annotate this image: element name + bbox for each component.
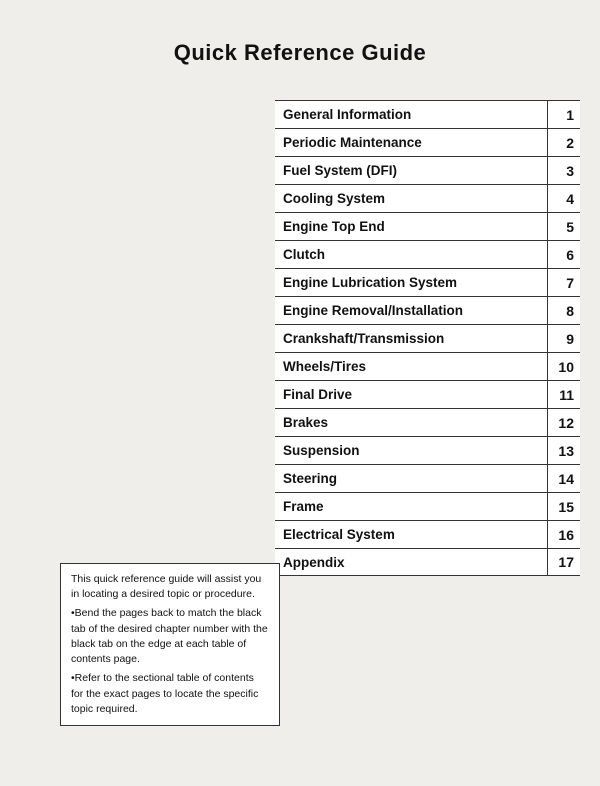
toc-label: Fuel System (DFI) bbox=[275, 157, 548, 184]
toc-label: Suspension bbox=[275, 437, 548, 464]
toc-number: 13 bbox=[548, 437, 580, 464]
toc-number: 17 bbox=[548, 549, 580, 575]
toc-number: 10 bbox=[548, 353, 580, 380]
toc-number: 7 bbox=[548, 269, 580, 296]
toc-label: Clutch bbox=[275, 241, 548, 268]
toc-row: Fuel System (DFI)3 bbox=[275, 156, 580, 184]
toc-row: Engine Removal/Installation8 bbox=[275, 296, 580, 324]
toc-row: Brakes12 bbox=[275, 408, 580, 436]
toc-row: Periodic Maintenance2 bbox=[275, 128, 580, 156]
toc-row: Engine Lubrication System7 bbox=[275, 268, 580, 296]
toc-row: Electrical System16 bbox=[275, 520, 580, 548]
note-box: This quick reference guide will assist y… bbox=[60, 563, 280, 726]
toc-row: Suspension13 bbox=[275, 436, 580, 464]
toc-row: Appendix17 bbox=[275, 548, 580, 576]
toc-number: 9 bbox=[548, 325, 580, 352]
toc-label: Crankshaft/Transmission bbox=[275, 325, 548, 352]
toc-label: Appendix bbox=[275, 549, 548, 575]
toc-number: 8 bbox=[548, 297, 580, 324]
toc-row: Final Drive11 bbox=[275, 380, 580, 408]
page-title: Quick Reference Guide bbox=[0, 0, 600, 86]
toc-number: 3 bbox=[548, 157, 580, 184]
toc-label: Periodic Maintenance bbox=[275, 129, 548, 156]
toc-label: Engine Lubrication System bbox=[275, 269, 548, 296]
toc-number: 15 bbox=[548, 493, 580, 520]
toc-label: Cooling System bbox=[275, 185, 548, 212]
toc-label: Final Drive bbox=[275, 381, 548, 408]
toc-number: 2 bbox=[548, 129, 580, 156]
toc-row: General Information1 bbox=[275, 100, 580, 128]
toc-number: 4 bbox=[548, 185, 580, 212]
toc-label: Electrical System bbox=[275, 521, 548, 548]
toc-row: Crankshaft/Transmission9 bbox=[275, 324, 580, 352]
toc-label: Brakes bbox=[275, 409, 548, 436]
toc-row: Steering14 bbox=[275, 464, 580, 492]
toc-row: Wheels/Tires10 bbox=[275, 352, 580, 380]
toc-label: Steering bbox=[275, 465, 548, 492]
toc-row: Cooling System4 bbox=[275, 184, 580, 212]
toc-label: Frame bbox=[275, 493, 548, 520]
toc-container: General Information1Periodic Maintenance… bbox=[275, 100, 580, 576]
toc-number: 1 bbox=[548, 101, 580, 128]
toc-number: 16 bbox=[548, 521, 580, 548]
toc-number: 5 bbox=[548, 213, 580, 240]
toc-label: Engine Removal/Installation bbox=[275, 297, 548, 324]
toc-number: 12 bbox=[548, 409, 580, 436]
toc-row: Frame15 bbox=[275, 492, 580, 520]
toc-row: Clutch6 bbox=[275, 240, 580, 268]
toc-row: Engine Top End5 bbox=[275, 212, 580, 240]
toc-number: 6 bbox=[548, 241, 580, 268]
toc-label: Wheels/Tires bbox=[275, 353, 548, 380]
toc-label: General Information bbox=[275, 101, 548, 128]
toc-number: 14 bbox=[548, 465, 580, 492]
toc-label: Engine Top End bbox=[275, 213, 548, 240]
toc-number: 11 bbox=[548, 381, 580, 408]
